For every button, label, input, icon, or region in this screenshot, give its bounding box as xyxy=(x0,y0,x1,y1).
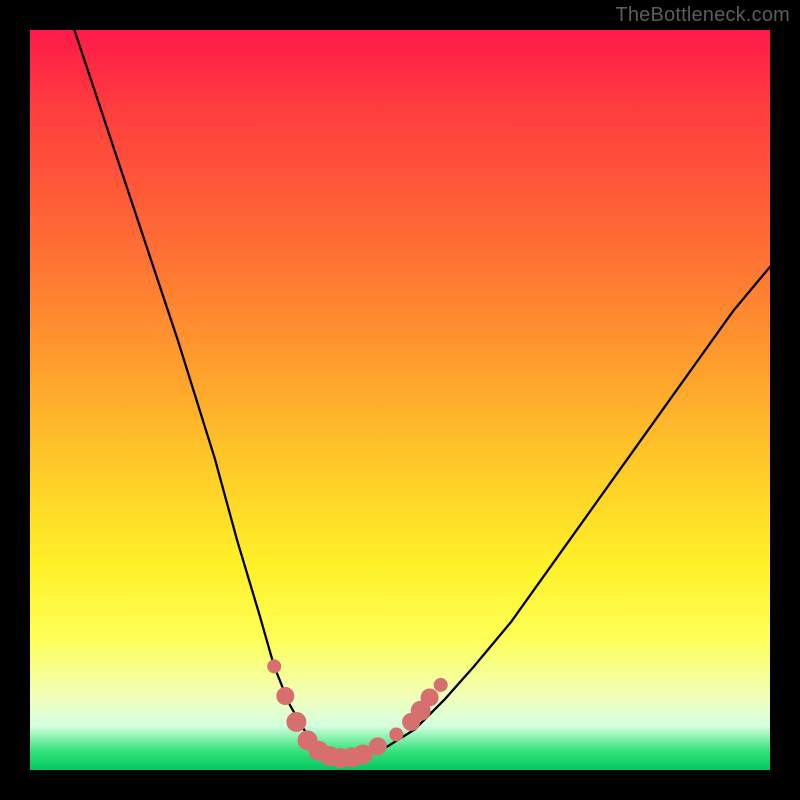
bottleneck-curve xyxy=(74,30,770,759)
plot-area xyxy=(30,30,770,770)
bottom-marker-group xyxy=(267,659,448,768)
watermark-text: TheBottleneck.com xyxy=(615,4,790,27)
marker-dot xyxy=(434,678,448,692)
marker-dot xyxy=(421,688,439,706)
chart-frame: TheBottleneck.com xyxy=(0,0,800,800)
marker-dot xyxy=(276,687,294,705)
marker-dot xyxy=(286,712,306,732)
chart-svg xyxy=(30,30,770,770)
marker-dot xyxy=(369,737,387,755)
marker-dot xyxy=(267,659,281,673)
marker-dot xyxy=(389,727,403,741)
